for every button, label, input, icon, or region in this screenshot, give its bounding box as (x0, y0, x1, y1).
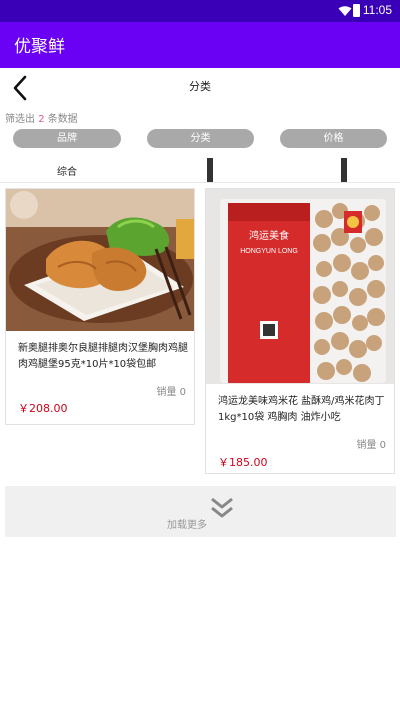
package-brand-text: HONGYUN LONG (240, 248, 298, 255)
product-card[interactable]: 新奥腿排奥尔良腿排腿肉汉堡胸肉鸡腿肉鸡腿堡95克*10片*10袋包邮 销量 0 … (5, 188, 195, 425)
result-count-number: 2 (38, 114, 45, 125)
status-time: 11:05 (362, 3, 392, 17)
product-card[interactable]: 鸿运美食 HONGYUN LONG 鸿运龙美味鸡米花 盐酥鸡/鸡米花肉丁1kg*… (205, 188, 395, 474)
result-count-prefix: 筛选出 (5, 114, 35, 125)
fried-chicken-image (6, 189, 194, 331)
product-name: 鸿运龙美味鸡米花 盐酥鸡/鸡米花肉丁1kg*10袋 鸡胸肉 油炸小吃 (218, 396, 385, 423)
product-sales: 销量 0 (156, 387, 186, 398)
product-sales: 销量 0 (356, 440, 386, 451)
result-count: 筛选出 2 条数据 (5, 110, 78, 125)
packaged-popcorn-chicken-image: 鸿运美食 HONGYUN LONG (206, 189, 394, 384)
load-more-label: 加载更多 (167, 520, 207, 531)
battery-icon (353, 4, 360, 17)
product-name: 新奥腿排奥尔良腿排腿肉汉堡胸肉鸡腿肉鸡腿堡95克*10片*10袋包邮 (18, 343, 188, 370)
result-count-suffix: 条数据 (47, 114, 78, 125)
brand-filter-button[interactable]: 品牌 (13, 129, 121, 148)
app-bar: 优聚鲜 (0, 22, 400, 68)
price-filter-button[interactable]: 价格 (280, 129, 387, 148)
product-price: ￥185.00 (218, 456, 268, 469)
sort-comprehensive[interactable]: 综合 (57, 163, 77, 178)
sort-divider (341, 158, 347, 182)
product-price: ￥208.00 (18, 402, 68, 415)
double-chevron-down-icon (211, 497, 233, 518)
page-title: 分类 (189, 80, 211, 93)
sort-divider (207, 158, 213, 182)
package-label-text: 鸿运美食 (249, 229, 289, 242)
load-more-button[interactable]: 加载更多 (5, 486, 396, 537)
wifi-icon (338, 6, 352, 16)
category-filter-button[interactable]: 分类 (147, 129, 254, 148)
status-bar: 11:05 (0, 0, 400, 22)
page-header: 分类 (0, 68, 400, 108)
sort-bar: 综合 (0, 155, 400, 183)
app-title: 优聚鲜 (14, 37, 65, 57)
